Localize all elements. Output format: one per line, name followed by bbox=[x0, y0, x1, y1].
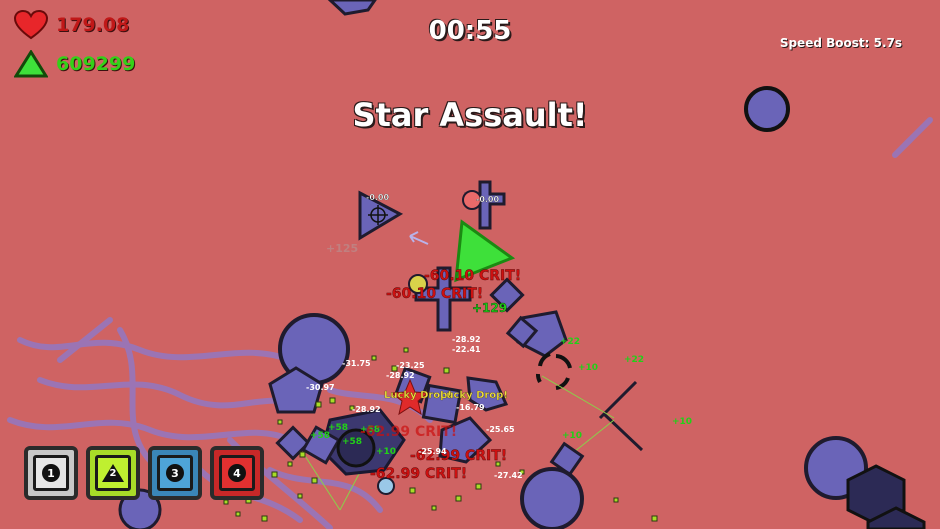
damage-text: -23.25 bbox=[396, 361, 425, 370]
heal-text: +22 bbox=[624, 355, 644, 365]
damage-text: -28.92 bbox=[352, 405, 381, 414]
ability-slot-2[interactable]: 2 bbox=[86, 446, 140, 500]
ability-slot-4[interactable]: 4 bbox=[210, 446, 264, 500]
ability-slot-2-inner: 2 bbox=[95, 455, 131, 491]
heal-text: +129 bbox=[472, 301, 507, 315]
ability-slot-4-inner: 4 bbox=[219, 455, 255, 491]
ability-bar: 1 2 3 4 bbox=[24, 446, 264, 500]
enemy-cross bbox=[462, 180, 506, 230]
heal-text: +10 bbox=[578, 363, 598, 373]
damage-text: -30.97 bbox=[306, 383, 335, 392]
heal-text: +58 bbox=[328, 423, 348, 433]
heal-text: +10 bbox=[562, 431, 582, 441]
triangle-xp-icon bbox=[14, 50, 48, 78]
heal-text: +10 bbox=[672, 417, 692, 427]
damage-text: -28.92 bbox=[452, 335, 481, 344]
damage-text: -0.00 bbox=[476, 195, 499, 204]
triangle-key-icon: 2 bbox=[102, 464, 124, 482]
damage-text: -0.00 bbox=[366, 193, 389, 202]
crit-text: -62.99 CRIT! bbox=[360, 424, 457, 440]
ability-slot-3-inner: 3 bbox=[157, 455, 193, 491]
damage-text: -25.65 bbox=[486, 425, 515, 434]
damage-text: -22.41 bbox=[452, 345, 481, 354]
ability-slot-1-inner: 1 bbox=[33, 455, 69, 491]
score-value: 609299 bbox=[56, 53, 136, 75]
enemy-pentagon bbox=[327, 0, 377, 16]
crit-text: -62.99 CRIT! bbox=[370, 466, 467, 482]
ability-slot-3-key: 3 bbox=[166, 464, 184, 482]
crit-text: -60.10 CRIT! bbox=[386, 286, 483, 302]
enemy-line-shape bbox=[598, 380, 644, 452]
ability-slot-2-key: 2 bbox=[109, 468, 117, 479]
wave-announcement: Star Assault! bbox=[352, 96, 588, 134]
heal-text: +125 bbox=[326, 242, 358, 255]
damage-text: -28.92 bbox=[386, 371, 415, 380]
arrow-indicator bbox=[409, 231, 429, 245]
damage-text: -27.42 bbox=[494, 471, 523, 480]
ability-slot-3[interactable]: 3 bbox=[148, 446, 202, 500]
speed-boost-status: Speed Boost: 5.7s bbox=[779, 36, 902, 50]
damage-text: -31.75 bbox=[342, 359, 371, 368]
damage-text: -16.79 bbox=[456, 403, 485, 412]
enemy-circle-large bbox=[520, 467, 584, 529]
crit-text: -60.10 CRIT! bbox=[424, 268, 521, 284]
ability-slot-4-key: 4 bbox=[228, 464, 246, 482]
ability-slot-1[interactable]: 1 bbox=[24, 446, 78, 500]
heal-text: +10 bbox=[376, 447, 396, 457]
ability-slot-1-key: 1 bbox=[42, 464, 60, 482]
score-display: 609299 bbox=[14, 50, 135, 78]
lucky-drop-text: Lucky Drop! bbox=[440, 390, 508, 401]
damage-text: -25.94 bbox=[418, 447, 447, 456]
heal-text: +22 bbox=[560, 337, 580, 347]
